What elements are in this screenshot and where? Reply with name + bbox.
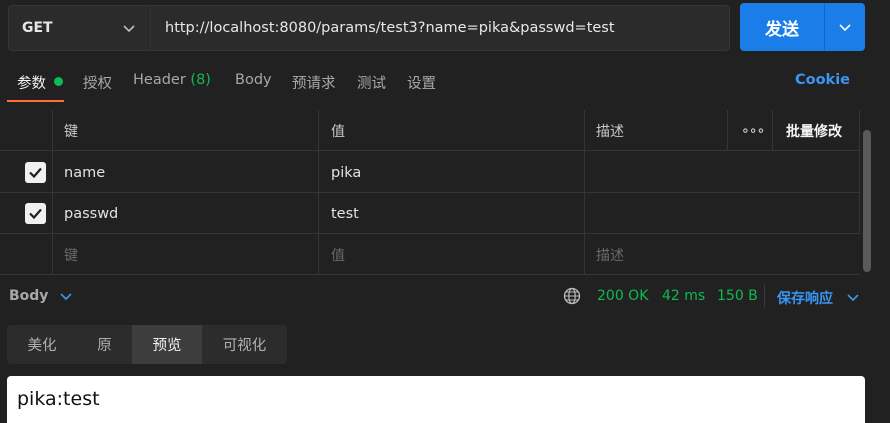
- tab-body[interactable]: Body: [235, 72, 272, 88]
- new-key-input[interactable]: 键: [64, 234, 78, 275]
- checkmark-icon: [29, 167, 42, 179]
- tab-preview[interactable]: 预览: [132, 325, 202, 364]
- active-tab-underline: [7, 100, 64, 102]
- send-button[interactable]: 发送: [740, 3, 824, 51]
- method-label: GET: [22, 20, 53, 36]
- column-divider: [772, 110, 773, 151]
- response-time: 42 ms: [662, 288, 706, 304]
- table-row: passwd test: [0, 193, 860, 234]
- cookie-link[interactable]: Cookie: [795, 72, 850, 88]
- column-divider: [52, 110, 53, 275]
- divider: [764, 284, 765, 308]
- send-label: 发送: [765, 19, 799, 40]
- tab-header[interactable]: Header (8): [133, 72, 211, 88]
- chevron-down-icon[interactable]: [846, 290, 860, 304]
- status-code: 200 OK: [597, 288, 649, 304]
- chevron-down-icon: [839, 24, 851, 32]
- response-preview: pika:test: [7, 376, 865, 423]
- more-options-icon[interactable]: ∘∘∘: [741, 110, 765, 151]
- param-description[interactable]: [596, 152, 726, 193]
- tab-visualize[interactable]: 可视化: [202, 325, 287, 364]
- column-divider: [584, 110, 585, 275]
- response-section-label[interactable]: Body: [9, 288, 48, 304]
- tab-pretty[interactable]: 美化: [7, 325, 77, 364]
- tab-auth[interactable]: 授权: [83, 72, 112, 93]
- response-view-tabs: 美化 原 预览 可视化: [7, 325, 287, 364]
- row-checkbox[interactable]: [25, 162, 46, 183]
- globe-icon: [563, 287, 581, 305]
- url-text: http://localhost:8080/params/test3?name=…: [165, 20, 615, 36]
- header-description: 描述: [596, 123, 624, 140]
- tab-pre-request[interactable]: 预请求: [292, 72, 336, 93]
- tab-params[interactable]: 参数: [17, 72, 46, 93]
- column-divider: [859, 110, 860, 234]
- tab-tests[interactable]: 测试: [357, 72, 386, 93]
- tab-settings[interactable]: 设置: [407, 72, 436, 93]
- header-count: (8): [190, 72, 211, 88]
- table-row: name pika: [0, 152, 860, 193]
- request-tabs: 参数 授权 Header (8) Body 预请求 测试 设置 Cookie: [0, 60, 890, 104]
- param-value[interactable]: test: [331, 193, 359, 234]
- bulk-edit-button[interactable]: 批量修改: [786, 110, 842, 151]
- response-bar: Body 200 OK 42 ms 150 B 保存响应: [0, 278, 890, 314]
- table-row-empty: 键 值 描述: [0, 234, 860, 275]
- column-divider: [727, 110, 728, 151]
- method-select[interactable]: GET: [8, 5, 151, 51]
- row-checkbox[interactable]: [25, 203, 46, 224]
- send-dropdown-button[interactable]: [824, 3, 865, 51]
- table-scrollbar[interactable]: [863, 130, 871, 272]
- tab-raw[interactable]: 原: [77, 325, 132, 364]
- new-description-input[interactable]: 描述: [596, 234, 624, 275]
- preview-text: pika:test: [17, 388, 100, 410]
- url-input[interactable]: http://localhost:8080/params/test3?name=…: [151, 5, 730, 51]
- save-response-button[interactable]: 保存响应: [777, 288, 833, 308]
- header-value: 值: [331, 123, 345, 140]
- chevron-down-icon: [123, 25, 135, 33]
- tab-header-label: Header: [133, 72, 186, 88]
- chevron-down-icon[interactable]: [59, 289, 73, 303]
- param-value[interactable]: pika: [331, 152, 361, 193]
- checkmark-icon: [29, 208, 42, 220]
- column-divider: [318, 110, 319, 275]
- param-key[interactable]: name: [64, 152, 105, 193]
- new-value-input[interactable]: 值: [331, 234, 345, 275]
- params-active-dot: [54, 77, 63, 86]
- table-header-row: 键 值 描述 ∘∘∘ 批量修改: [0, 110, 860, 151]
- param-key[interactable]: passwd: [64, 193, 118, 234]
- param-description[interactable]: [596, 193, 726, 234]
- response-size: 150 B: [717, 288, 758, 304]
- header-key: 键: [64, 123, 78, 140]
